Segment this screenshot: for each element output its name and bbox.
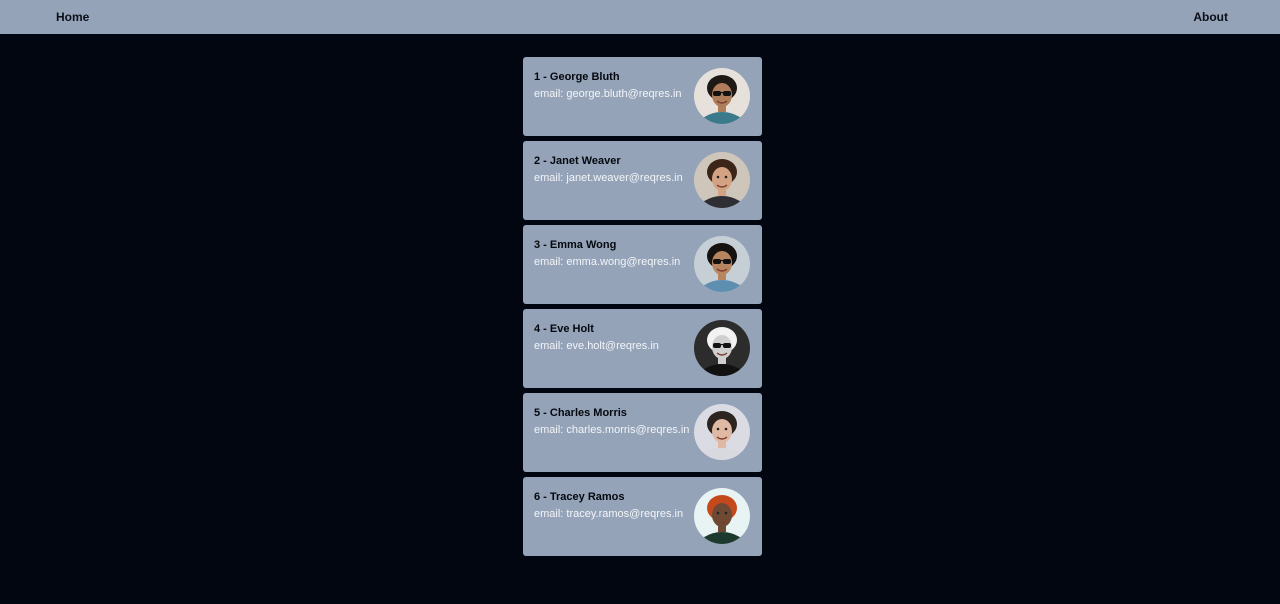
user-email: email: george.bluth@reqres.in xyxy=(534,88,682,100)
user-card: 1 - George Bluth email: george.bluth@req… xyxy=(523,57,762,136)
user-card: 4 - Eve Holt email: eve.holt@reqres.in xyxy=(523,309,762,388)
user-list: 1 - George Bluth email: george.bluth@req… xyxy=(523,57,762,561)
user-avatar xyxy=(694,68,750,124)
user-card: 5 - Charles Morris email: charles.morris… xyxy=(523,393,762,472)
user-avatar xyxy=(694,152,750,208)
user-name: 6 - Tracey Ramos xyxy=(534,491,625,503)
user-avatar xyxy=(694,236,750,292)
user-name: 1 - George Bluth xyxy=(534,71,620,83)
nav-home-link[interactable]: Home xyxy=(56,10,89,24)
user-email: email: emma.wong@reqres.in xyxy=(534,256,681,268)
nav-about-link[interactable]: About xyxy=(1193,10,1228,24)
user-avatar xyxy=(694,488,750,544)
user-email: email: janet.weaver@reqres.in xyxy=(534,172,683,184)
user-name: 2 - Janet Weaver xyxy=(534,155,621,167)
user-card: 3 - Emma Wong email: emma.wong@reqres.in xyxy=(523,225,762,304)
user-avatar xyxy=(694,320,750,376)
user-email: email: tracey.ramos@reqres.in xyxy=(534,508,684,520)
user-avatar xyxy=(694,404,750,460)
user-card: 6 - Tracey Ramos email: tracey.ramos@req… xyxy=(523,477,762,556)
user-email: email: charles.morris@reqres.in xyxy=(534,424,690,436)
user-name: 4 - Eve Holt xyxy=(534,323,594,335)
user-card: 2 - Janet Weaver email: janet.weaver@req… xyxy=(523,141,762,220)
user-name: 3 - Emma Wong xyxy=(534,239,617,251)
user-email: email: eve.holt@reqres.in xyxy=(534,340,659,352)
top-navbar: Home About xyxy=(0,0,1280,34)
user-name: 5 - Charles Morris xyxy=(534,407,627,419)
